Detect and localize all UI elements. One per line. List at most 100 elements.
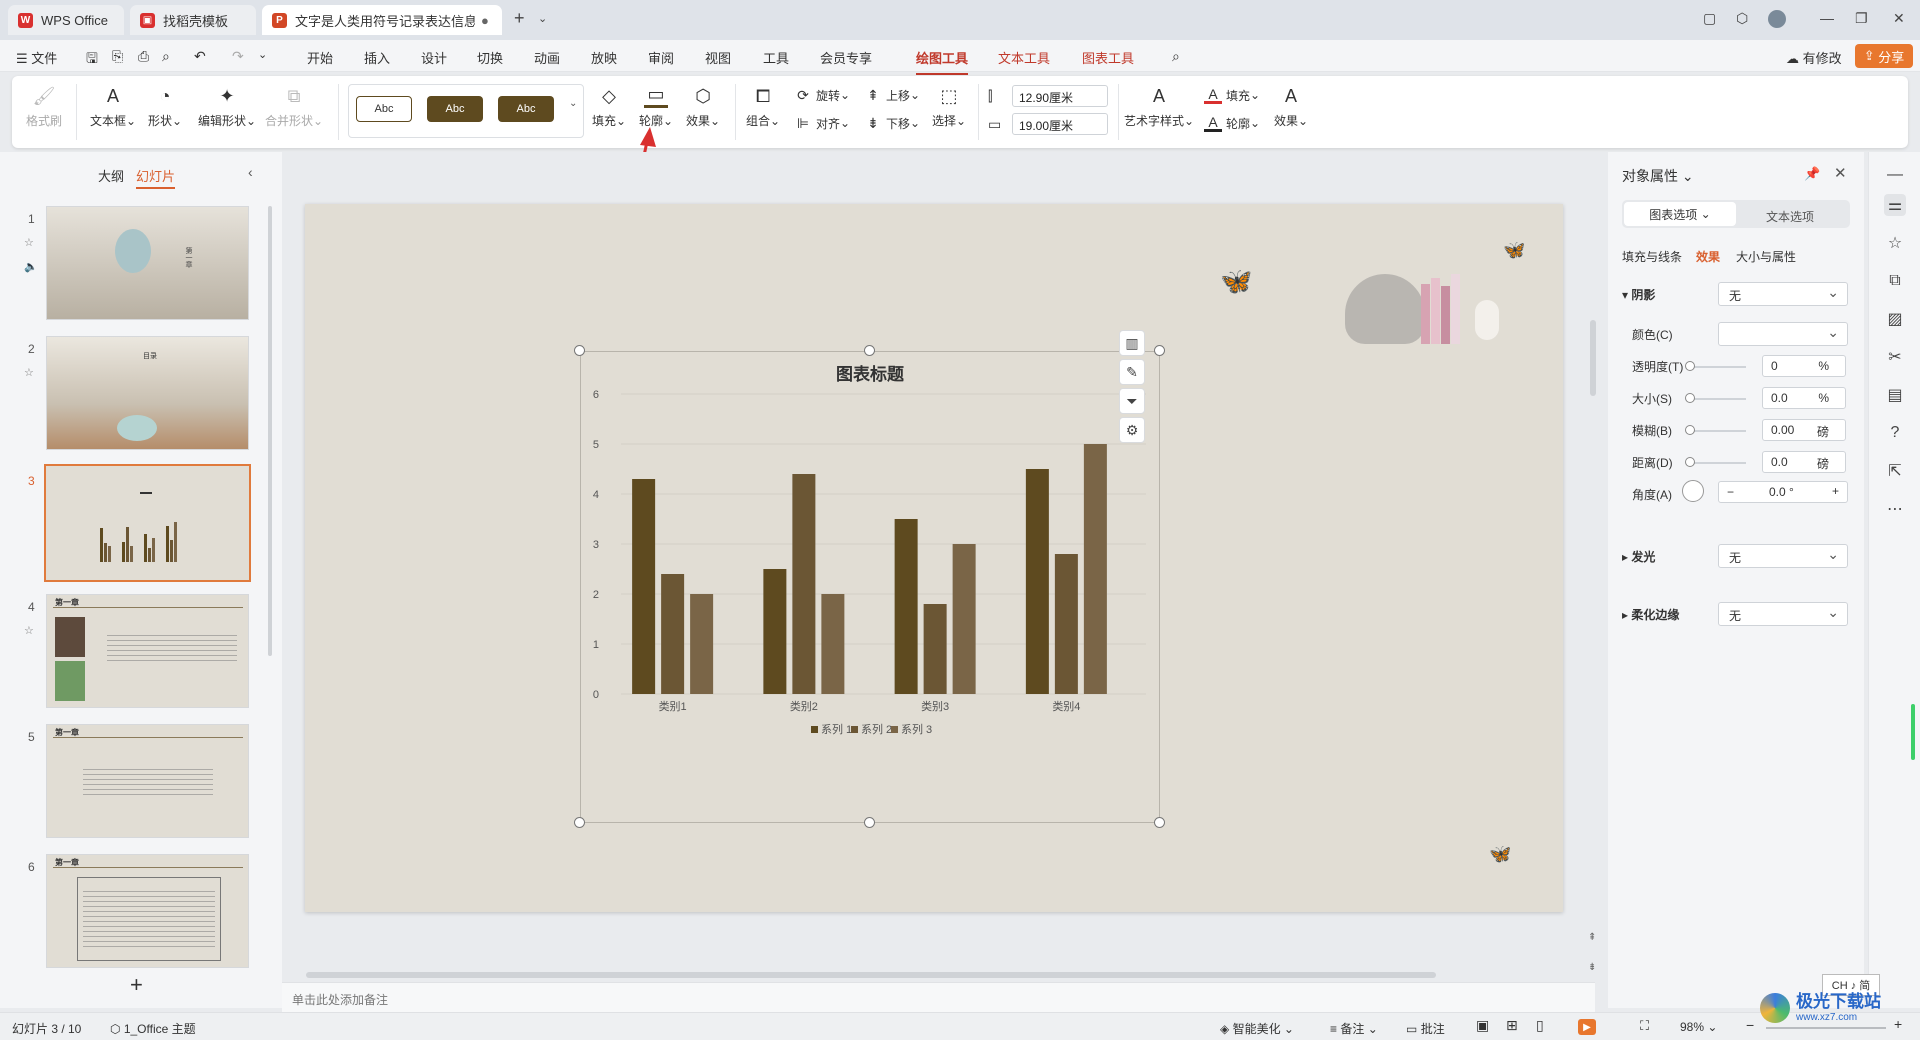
shape-button[interactable]: ◔ 形状⌄: [148, 84, 182, 129]
bar[interactable]: [1025, 469, 1049, 694]
subtab-size-properties[interactable]: 大小与属性: [1736, 248, 1796, 265]
subtab-effect[interactable]: 效果: [1696, 248, 1720, 265]
menu-animation[interactable]: 动画: [534, 48, 560, 67]
tab-document[interactable]: P 文字是人类用符号记录表达信息以 ●: [262, 5, 502, 35]
group-button[interactable]: ⧠ 组合⌄: [746, 84, 780, 129]
redo-icon[interactable]: ↷: [232, 48, 244, 65]
chart-style-button[interactable]: ✎: [1119, 359, 1145, 385]
minimize-strip-icon[interactable]: —: [1884, 164, 1906, 186]
add-slide-icon[interactable]: +: [130, 972, 143, 998]
page-up-icon[interactable]: ⇞: [1588, 932, 1596, 943]
file-menu[interactable]: ☰ 文件: [16, 48, 57, 67]
angle-increment-button[interactable]: +: [1832, 484, 1839, 498]
menu-design[interactable]: 设计: [421, 48, 447, 67]
blur-slider-knob[interactable]: [1685, 425, 1695, 435]
text-outline-button[interactable]: A 轮廓 ⌄: [1204, 114, 1260, 132]
cube-icon[interactable]: ⬡: [1736, 10, 1748, 27]
minimize-icon[interactable]: —: [1820, 10, 1834, 26]
avatar[interactable]: [1768, 10, 1786, 28]
style-sample-outline[interactable]: Abc: [356, 96, 412, 122]
collapse-panel-icon[interactable]: ‹: [248, 164, 253, 180]
more-icon[interactable]: ⋯: [1884, 498, 1906, 520]
transparency-input[interactable]: 0%: [1762, 355, 1846, 377]
save-icon[interactable]: 🖫: [86, 48, 98, 72]
fill-button[interactable]: ◇ 填充⌄: [592, 84, 626, 129]
search-icon[interactable]: ⌕: [1172, 48, 1180, 65]
zoom-level[interactable]: 98% ⌄: [1680, 1020, 1717, 1034]
help-icon[interactable]: ?: [1884, 422, 1906, 444]
tab-list-chevron-icon[interactable]: ⌄: [538, 12, 547, 25]
bar[interactable]: [690, 594, 714, 694]
tab-wps-office[interactable]: W WPS Office: [8, 5, 124, 35]
art-text-style-button[interactable]: A 艺术字样式⌄: [1124, 84, 1194, 129]
size-slider-knob[interactable]: [1685, 393, 1695, 403]
fit-window-icon[interactable]: ⛶: [1640, 1018, 1649, 1034]
menu-tools[interactable]: 工具: [763, 48, 789, 67]
align-button[interactable]: ⊫ 对齐 ⌄: [794, 114, 850, 132]
vertical-scrollbar[interactable]: [1590, 320, 1596, 396]
bar[interactable]: [952, 544, 976, 694]
select-button[interactable]: ⬚ 选择⌄: [932, 84, 966, 129]
page-down-icon[interactable]: ⇟: [1588, 962, 1596, 973]
transparency-slider[interactable]: [1690, 366, 1746, 368]
slide-thumbnail-1[interactable]: 第一章: [46, 206, 249, 320]
theme-info[interactable]: ⬡ 1_Office 主题: [110, 1020, 196, 1037]
style-sample-fill[interactable]: Abc: [427, 96, 483, 122]
pin-icon[interactable]: 📌: [1804, 166, 1820, 182]
copy-icon[interactable]: ⧉: [1884, 270, 1906, 292]
bar[interactable]: [661, 574, 685, 694]
zoom-out-icon[interactable]: −: [1746, 1017, 1754, 1033]
blur-slider[interactable]: [1690, 430, 1746, 432]
slide-thumbnail-2[interactable]: 目录: [46, 336, 249, 450]
menu-review[interactable]: 审阅: [648, 48, 674, 67]
smart-beautify-button[interactable]: ◈ 智能美化 ⌄: [1220, 1020, 1294, 1037]
book-icon[interactable]: ▤: [1884, 384, 1906, 406]
gallery-expand-icon[interactable]: ⌄: [569, 98, 577, 109]
rotate-button[interactable]: ⟳ 旋转 ⌄: [794, 86, 850, 104]
chart-elements-button[interactable]: ▥: [1119, 330, 1145, 356]
transparency-slider-knob[interactable]: [1685, 361, 1695, 371]
distance-slider-knob[interactable]: [1685, 457, 1695, 467]
notes-toggle-button[interactable]: ≡ 备注 ⌄: [1330, 1020, 1378, 1037]
star-icon[interactable]: ☆: [1884, 232, 1906, 254]
slide-thumbnail-5[interactable]: 第一章: [46, 724, 249, 838]
export-icon[interactable]: ⎘: [112, 48, 123, 65]
layout-icon[interactable]: ▢: [1703, 10, 1716, 27]
distance-slider[interactable]: [1690, 462, 1746, 464]
angle-dial[interactable]: [1682, 480, 1704, 502]
shadow-section[interactable]: ▾ 阴影: [1622, 286, 1655, 303]
chart-filter-button[interactable]: ⏷: [1119, 388, 1145, 414]
slide-thumbnail-4[interactable]: 第一章: [46, 594, 249, 708]
play-slideshow-button[interactable]: ▶: [1578, 1019, 1596, 1035]
bar-chart[interactable]: 图表标题 0 1 2 3 4 5 6 类别1 类别2 类别3 类别4 系列 1 系列 2 系列 3: [581, 352, 1159, 822]
soft-edge-select[interactable]: 无: [1718, 602, 1848, 626]
properties-icon[interactable]: ⚌: [1884, 194, 1906, 216]
menu-insert[interactable]: 插入: [364, 48, 390, 67]
merge-shape-button[interactable]: ⧉ 合并形状⌄: [265, 84, 323, 129]
left-scrollbar[interactable]: [268, 206, 272, 656]
shadow-select[interactable]: 无: [1718, 282, 1848, 306]
tab-chart-options[interactable]: 图表选项 ⌄: [1624, 202, 1736, 226]
notes-placeholder[interactable]: 单击此处添加备注: [292, 991, 388, 1008]
image-icon[interactable]: ▨: [1884, 308, 1906, 330]
effect-button[interactable]: ⬡ 效果⌄: [686, 84, 720, 129]
preview-icon[interactable]: ⌕: [162, 48, 170, 65]
new-tab-icon[interactable]: +: [514, 8, 525, 29]
bring-up-button[interactable]: ⇞ 上移 ⌄: [864, 86, 920, 104]
undo-icon[interactable]: ↶: [194, 48, 206, 65]
share-button[interactable]: ⇪ 分享: [1855, 44, 1913, 68]
menu-text-tools[interactable]: 文本工具: [998, 48, 1050, 67]
format-painter-button[interactable]: 🖌 格式刷: [26, 84, 62, 129]
close-panel-icon[interactable]: ✕: [1834, 164, 1847, 182]
comment-button[interactable]: ▭ 批注: [1406, 1020, 1445, 1037]
menu-chart-tools[interactable]: 图表工具: [1082, 48, 1134, 67]
slide-thumbnail-6[interactable]: 第一章: [46, 854, 249, 968]
bar[interactable]: [632, 479, 656, 694]
send-down-button[interactable]: ⇟ 下移 ⌄: [864, 114, 920, 132]
bar[interactable]: [1083, 444, 1107, 694]
horizontal-scrollbar[interactable]: [306, 972, 1436, 978]
size-input[interactable]: 0.0%: [1762, 387, 1846, 409]
angle-stepper[interactable]: − 0.0 ° +: [1718, 481, 1848, 503]
share-icon[interactable]: ⇱: [1884, 460, 1906, 482]
bar[interactable]: [923, 604, 947, 694]
